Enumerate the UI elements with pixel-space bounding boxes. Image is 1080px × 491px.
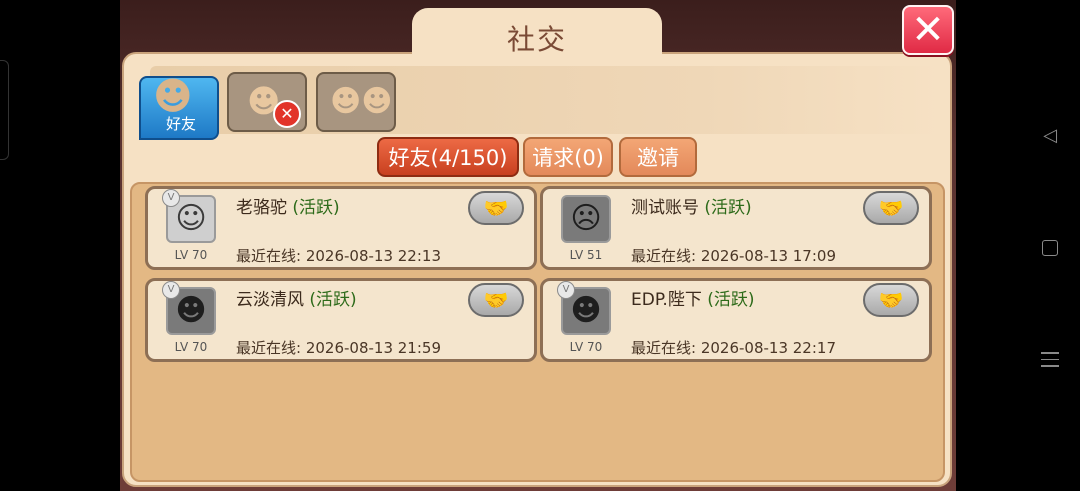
blocked-badge-icon: ✕ — [273, 100, 301, 128]
friend-name: 云淡清风 — [236, 290, 304, 310]
side-handle — [0, 60, 9, 160]
subtab-invite[interactable]: 邀请 — [619, 137, 697, 177]
rank-badge-icon: V — [557, 281, 575, 299]
tab-blocked[interactable]: ☻ ✕ — [227, 72, 307, 132]
rank-badge-icon: V — [162, 189, 180, 207]
friend-status: (活跃) — [707, 290, 755, 310]
handshake-button[interactable]: 🤝 — [468, 191, 524, 225]
rank-badge-icon: V — [162, 281, 180, 299]
close-icon: ✕ — [911, 7, 945, 53]
handshake-button[interactable]: 🤝 — [468, 283, 524, 317]
left-bezel — [0, 0, 120, 491]
tab-friends[interactable]: ☻ 好友 — [139, 74, 219, 140]
friend-status: (活跃) — [704, 198, 752, 218]
menu-icon[interactable] — [1041, 352, 1059, 368]
friend-name-line: 测试账号 (活跃) — [631, 193, 752, 218]
friend-level: LV 70 — [174, 248, 208, 262]
system-nav-bar — [956, 0, 1080, 491]
handshake-button[interactable]: 🤝 — [863, 283, 919, 317]
handshake-icon: 🤝 — [483, 288, 509, 312]
friend-name-line: 老骆驼 (活跃) — [236, 193, 340, 218]
friend-name: EDP.陛下 — [631, 290, 702, 310]
handshake-icon: 🤝 — [483, 196, 509, 220]
friend-status: (活跃) — [309, 290, 357, 310]
friend-name: 测试账号 — [631, 198, 699, 218]
friend-card[interactable]: ☻ V LV 70 EDP.陛下 (活跃) 最近在线: 2026-08-13 2… — [540, 278, 932, 362]
tab-friends-label: 好友 — [165, 115, 196, 133]
friend-name-line: EDP.陛下 (活跃) — [631, 285, 755, 310]
friend-card[interactable]: ☹ LV 51 测试账号 (活跃) 最近在线: 2026-08-13 17:09… — [540, 186, 932, 270]
home-icon[interactable] — [1042, 240, 1058, 256]
handshake-icon: 🤝 — [878, 288, 904, 312]
tab-group[interactable]: ☻☻ — [316, 72, 396, 132]
title-tab: 社交 — [412, 8, 662, 68]
friend-name-line: 云淡清风 (活跃) — [236, 285, 357, 310]
subtab-requests[interactable]: 请求(0) — [523, 137, 613, 177]
friend-status: (活跃) — [292, 198, 340, 218]
handshake-icon: 🤝 — [878, 196, 904, 220]
avatar[interactable]: ☹ — [561, 195, 611, 243]
friends-vikings-icon: ☻ — [153, 74, 193, 118]
handshake-button[interactable]: 🤝 — [863, 191, 919, 225]
back-icon[interactable]: ◁ — [1040, 126, 1060, 146]
friend-level: LV 70 — [569, 340, 603, 354]
close-button[interactable]: ✕ — [902, 5, 954, 55]
screen: 社交 ✕ ☻ 好友 ☻ ✕ ☻☻ 好友(4/150) 请求(0) 邀请 ☺ V … — [0, 0, 1080, 491]
last-online: 最近在线: 2026-08-13 22:17 — [631, 339, 836, 357]
subtab-friends[interactable]: 好友(4/150) — [377, 137, 519, 177]
group-icon: ☻☻ — [330, 84, 393, 119]
knight-avatar-icon: ☹ — [570, 201, 602, 236]
friend-name: 老骆驼 — [236, 198, 287, 218]
friend-level: LV 51 — [569, 248, 603, 262]
friend-card[interactable]: ☻ V LV 70 云淡清风 (活跃) 最近在线: 2026-08-13 21:… — [145, 278, 537, 362]
last-online: 最近在线: 2026-08-13 17:09 — [631, 247, 836, 265]
last-online: 最近在线: 2026-08-13 21:59 — [236, 339, 441, 357]
friend-card[interactable]: ☺ V LV 70 老骆驼 (活跃) 最近在线: 2026-08-13 22:1… — [145, 186, 537, 270]
friend-level: LV 70 — [174, 340, 208, 354]
page-title: 社交 — [506, 23, 567, 56]
last-online: 最近在线: 2026-08-13 22:13 — [236, 247, 441, 265]
